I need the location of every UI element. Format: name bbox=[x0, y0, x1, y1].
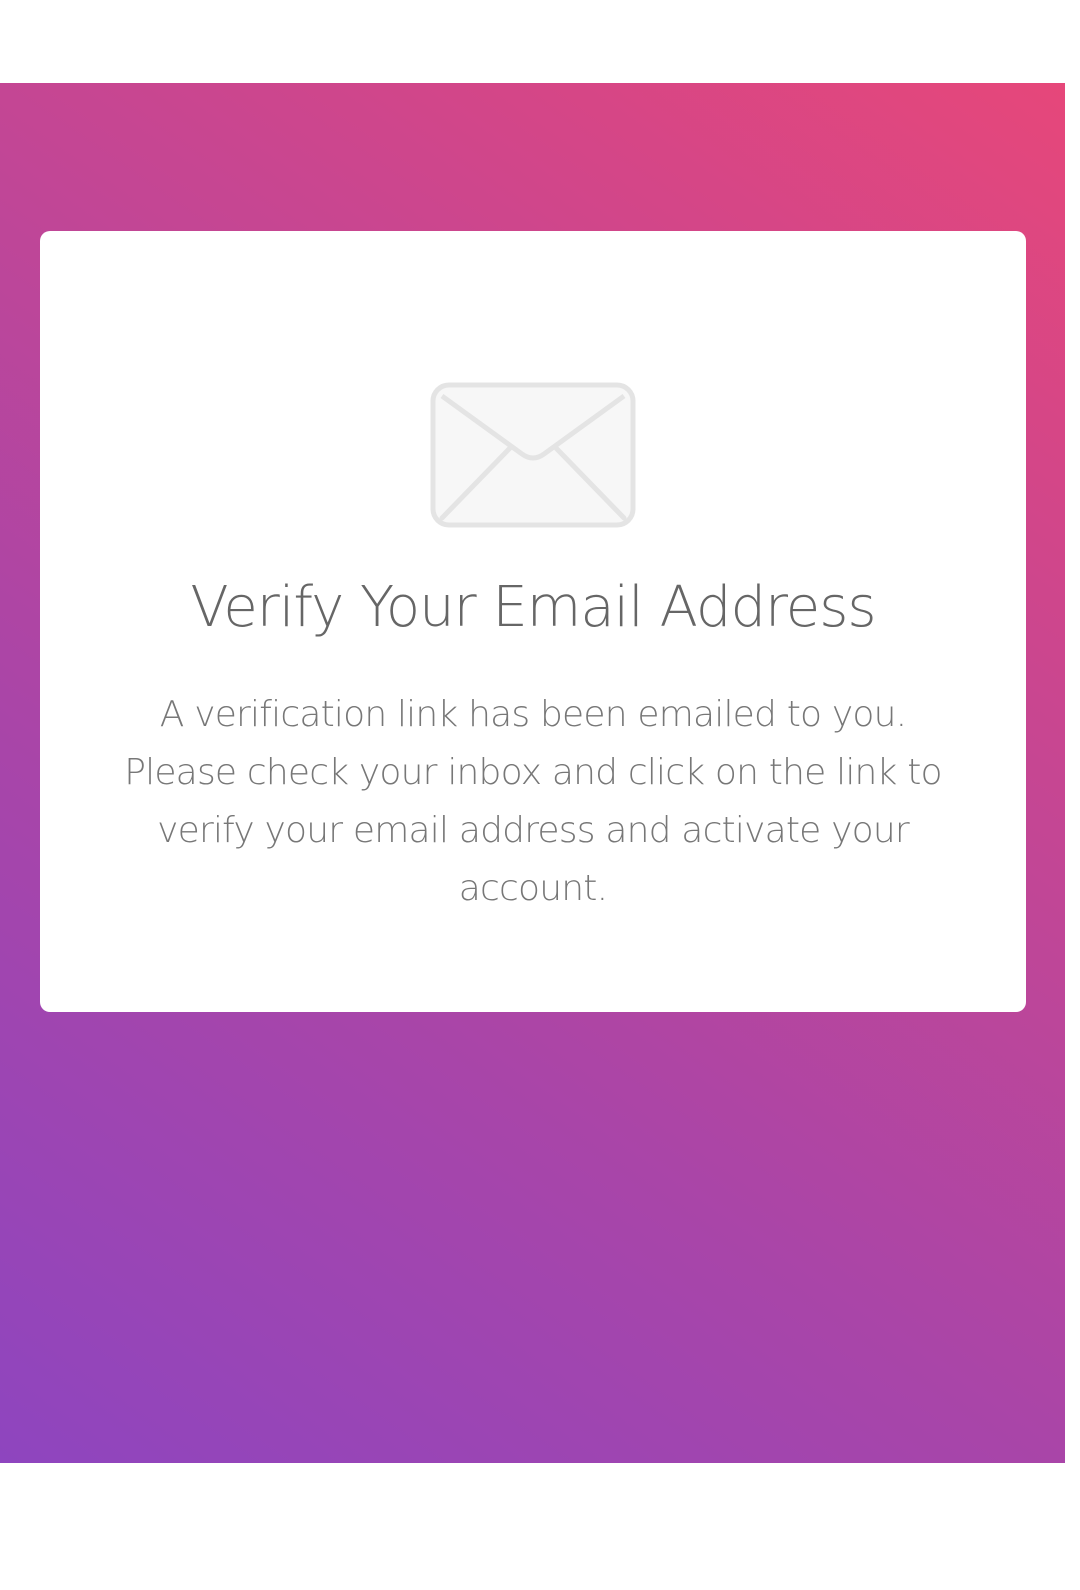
verification-message: A verification link has been emailed to … bbox=[124, 694, 942, 909]
envelope-icon bbox=[430, 382, 636, 528]
page-title: Verify Your Email Address bbox=[190, 575, 876, 640]
gradient-background: Verify Your Email Address A verification… bbox=[0, 83, 1065, 1463]
verification-card: Verify Your Email Address A verification… bbox=[40, 231, 1026, 1012]
